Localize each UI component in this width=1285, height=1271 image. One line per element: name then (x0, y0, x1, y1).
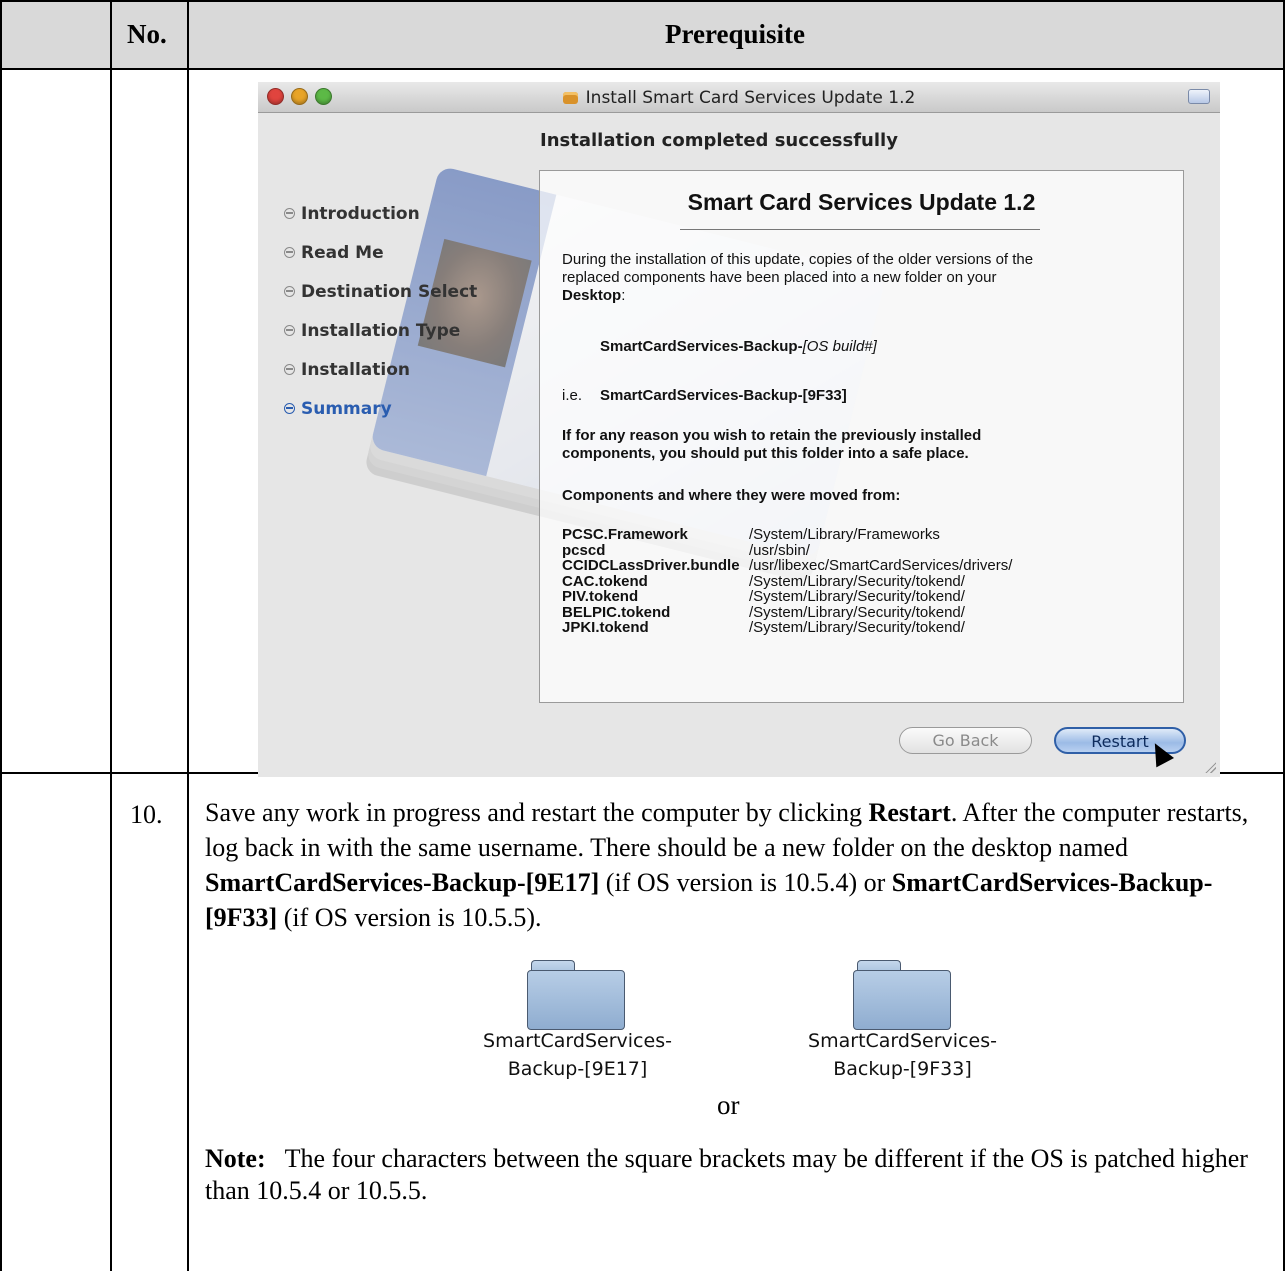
installer-section-title: Installation completed successfully (540, 130, 898, 151)
folder-label-9e17: SmartCardServices- Backup-[9E17] (483, 1030, 672, 1080)
table-left-border (0, 0, 2, 1271)
component-name: CAC.tokend (562, 572, 648, 590)
step-bullet-icon (284, 286, 295, 297)
header-no: No. (127, 19, 167, 49)
window-title: Install Smart Card Services Update 1.2 (258, 88, 1220, 108)
components-heading: Components and where they were moved fro… (562, 487, 901, 504)
installer-steps: Introduction Read Me Destination Select … (284, 204, 477, 438)
component-name: pcscd (562, 541, 606, 559)
header-prerequisite: Prerequisite (665, 19, 805, 49)
or-separator: or (717, 1090, 740, 1120)
package-icon (562, 92, 578, 104)
summary-panel: Smart Card Services Update 1.2 During th… (539, 170, 1184, 703)
component-path: /System/Library/Frameworks (749, 526, 940, 543)
folder-icon (853, 960, 951, 1030)
toolbar-toggle-button[interactable] (1188, 89, 1210, 104)
go-back-button[interactable]: Go Back (899, 727, 1032, 754)
component-path: /System/Library/Security/tokend/ (749, 619, 965, 636)
component-path: /System/Library/Security/tokend/ (749, 603, 965, 621)
intro-line-2: replaced components have been placed int… (562, 269, 997, 286)
table-top-border (0, 0, 1285, 2)
window-titlebar: Install Smart Card Services Update 1.2 (258, 82, 1220, 113)
panel-title: Smart Card Services Update 1.2 (687, 189, 1036, 215)
note-paragraph: Note: The four characters between the sq… (205, 1144, 1255, 1205)
retain-line-1: If for any reason you wish to retain the… (562, 427, 982, 444)
step-destination-select: Destination Select (284, 282, 477, 321)
step-installation: Installation (284, 360, 477, 399)
window-title-text: Install Smart Card Services Update 1.2 (585, 88, 916, 108)
step-installation-type: Installation Type (284, 321, 477, 360)
step-read-me: Read Me (284, 243, 477, 282)
step-bullet-icon (284, 403, 295, 414)
step-introduction: Introduction (284, 204, 477, 243)
header-bottom-border (0, 68, 1285, 70)
component-name: BELPIC.tokend (562, 603, 671, 621)
component-path: /System/Library/Security/tokend/ (749, 588, 965, 605)
component-name: PIV.tokend (562, 588, 639, 605)
column-divider-2 (187, 0, 189, 1271)
installer-window: Install Smart Card Services Update 1.2 I… (258, 82, 1220, 777)
step-instructions: Save any work in progress and restart th… (205, 798, 1249, 932)
component-path: /System/Library/Security/tokend/ (749, 572, 965, 590)
step-bullet-icon (284, 325, 295, 336)
backup-folder-name: SmartCardServices-Backup-[OS build#] (600, 338, 877, 355)
resize-grip-icon[interactable] (1204, 761, 1216, 773)
panel-divider (680, 229, 1040, 230)
retain-line-2: components, you should put this folder i… (562, 445, 969, 462)
intro-line-1: During the installation of this update, … (562, 251, 1034, 268)
component-path: /usr/libexec/SmartCardServices/drivers/ (749, 557, 1013, 574)
column-divider-1 (110, 0, 112, 1271)
component-name: JPKI.tokend (562, 619, 649, 636)
step-summary: Summary (284, 399, 477, 438)
component-name: CCIDCLassDriver.bundle (562, 557, 740, 574)
step-bullet-icon (284, 364, 295, 375)
component-path: /usr/sbin/ (749, 541, 810, 559)
example-prefix: i.e. (562, 387, 583, 404)
component-name: PCSC.Framework (562, 526, 688, 543)
step-bullet-icon (284, 247, 295, 258)
step-number: 10. (130, 800, 163, 829)
intro-line-3: Desktop: (562, 287, 626, 304)
step-bullet-icon (284, 208, 295, 219)
folder-icon (527, 960, 625, 1030)
folder-label-9f33: SmartCardServices- Backup-[9F33] (808, 1030, 997, 1080)
example-folder-name: SmartCardServices-Backup-[9F33] (600, 387, 847, 404)
